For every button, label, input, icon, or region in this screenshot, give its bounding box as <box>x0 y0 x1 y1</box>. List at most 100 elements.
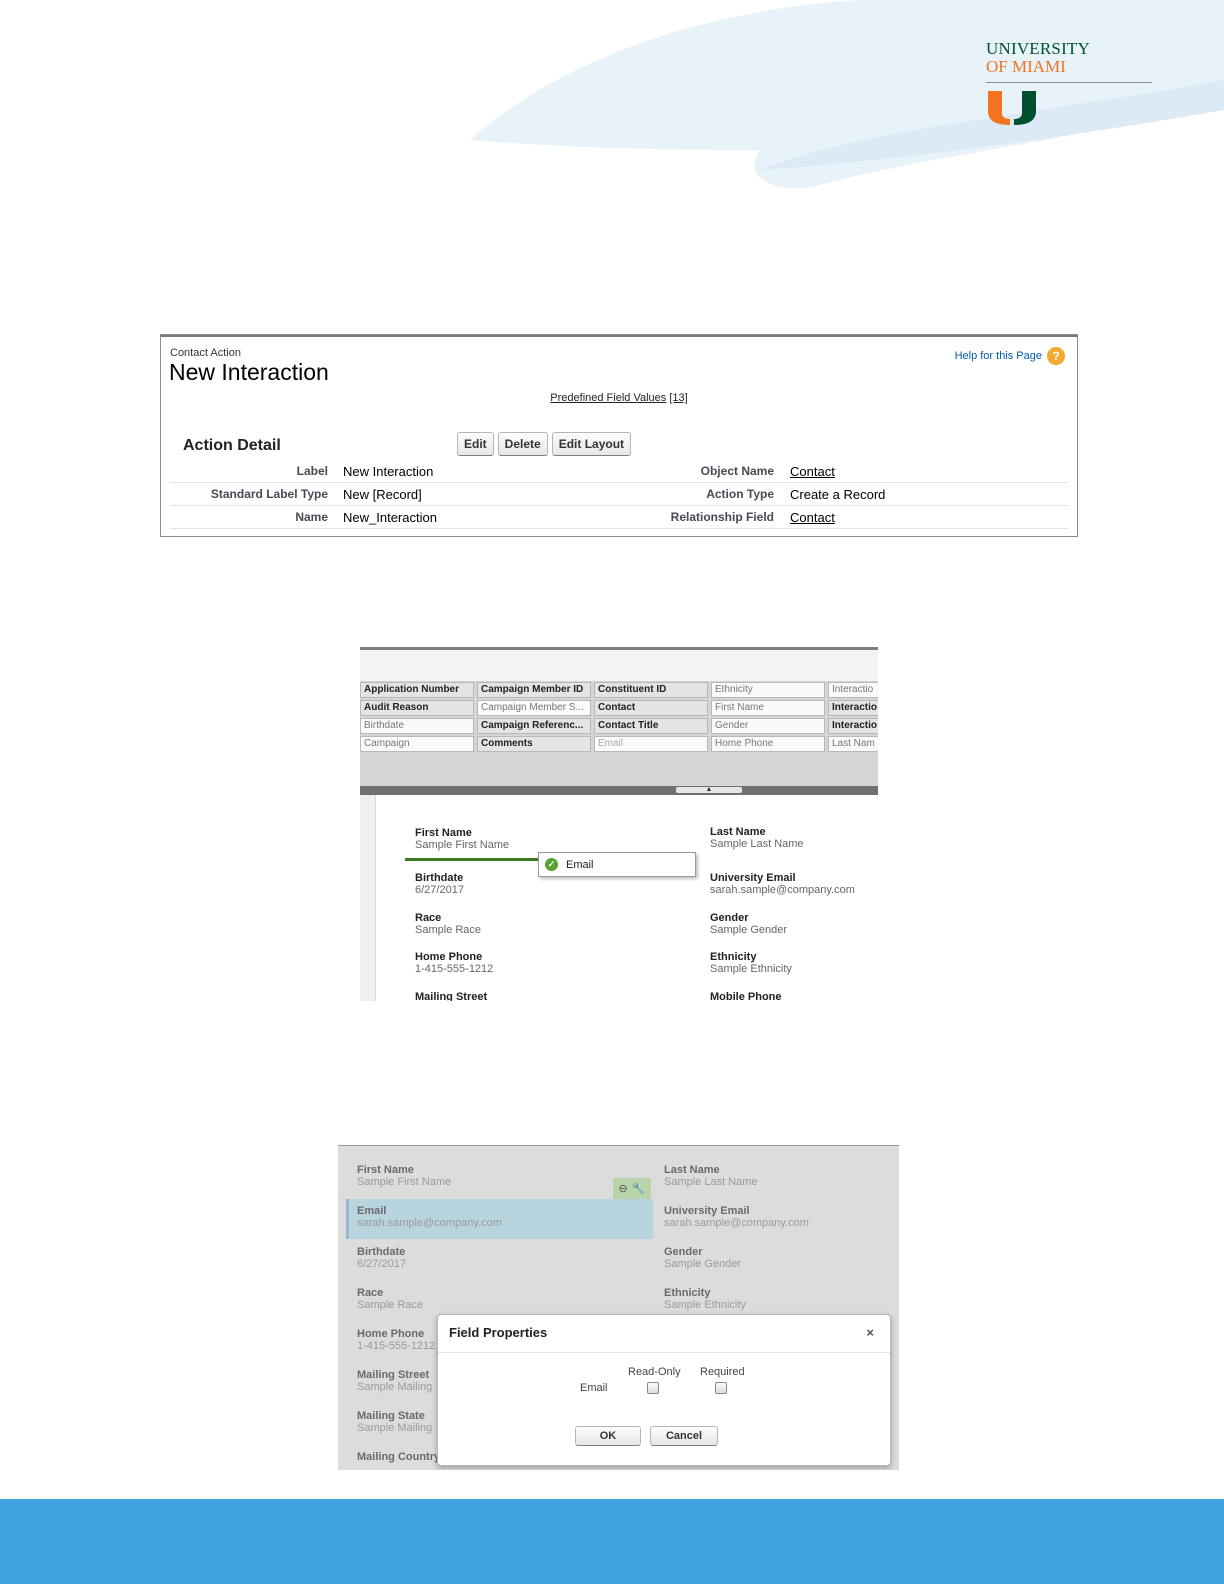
object-name-link[interactable]: Contact <box>790 464 835 479</box>
layout-field-mobile-phone[interactable]: Mobile Phone <box>710 991 782 1001</box>
help-for-this-page-link[interactable]: Help for this Page ? <box>955 347 1065 365</box>
field-sample-value: 1-415-555-1212 <box>357 1340 436 1352</box>
layout-field-mailing-state[interactable]: Mailing State Sample Mailing <box>357 1410 432 1434</box>
predefined-link-label: Predefined Field Values <box>550 392 667 404</box>
detail-label: Object Name <box>700 464 774 478</box>
palette-field[interactable]: Campaign Referenc... <box>477 718 591 734</box>
field-label: Mailing State <box>357 1410 425 1422</box>
field-sample-value: 6/27/2017 <box>415 884 464 896</box>
edit-layout-button[interactable]: Edit Layout <box>551 432 632 456</box>
layout-field-university-email[interactable]: University Email sarah.sample@company.co… <box>710 872 855 896</box>
field-label: Birthdate <box>415 872 464 884</box>
field-sample-value: Sample Ethnicity <box>664 1299 746 1311</box>
logo-rule <box>986 82 1152 83</box>
close-icon[interactable]: × <box>866 1325 874 1340</box>
wrench-icon[interactable]: 🔧 <box>632 1182 646 1195</box>
detail-row: Standard Label Type New [Record] Action … <box>170 483 1068 506</box>
layout-field-first-name[interactable]: First Name Sample First Name <box>415 827 509 851</box>
layout-field-birthdate[interactable]: Birthdate 6/27/2017 <box>357 1246 406 1270</box>
field-properties-dialog: Field Properties × Read-Only Required Em… <box>437 1314 891 1466</box>
page-top-rule <box>161 335 1077 337</box>
property-field-name: Email <box>580 1382 608 1394</box>
help-icon: ? <box>1047 347 1065 365</box>
ok-button[interactable]: OK <box>575 1426 641 1446</box>
palette-field[interactable]: Last Nam <box>828 736 878 752</box>
edit-button[interactable]: Edit <box>457 432 494 456</box>
field-sample-value: Sample Mailing <box>357 1381 433 1393</box>
layout-field-university-email[interactable]: University Email sarah.sample@company.co… <box>664 1205 809 1229</box>
palette-field[interactable]: Ethnicity <box>711 682 825 698</box>
footer-bar <box>0 1499 1224 1584</box>
palette-field[interactable]: Campaign Member S... <box>477 700 591 716</box>
layout-field-gender[interactable]: Gender Sample Gender <box>664 1246 741 1270</box>
layout-field-home-phone[interactable]: Home Phone 1-415-555-1212 <box>415 951 493 975</box>
detail-value: New_Interaction <box>343 510 437 525</box>
palette-field[interactable]: Contact Title <box>594 718 708 734</box>
field-sample-value: Sample Race <box>415 924 482 936</box>
detail-label: Name <box>295 510 328 524</box>
palette-field[interactable]: Home Phone <box>711 736 825 752</box>
palette-field[interactable]: Constituent ID <box>594 682 708 698</box>
layout-field-gender[interactable]: Gender Sample Gender <box>710 912 787 936</box>
dialog-title: Field Properties <box>449 1325 548 1340</box>
palette-field[interactable]: Comments <box>477 736 591 752</box>
palette-field[interactable]: Birthdate <box>360 718 474 734</box>
palette-field[interactable]: Interactio <box>828 682 878 698</box>
layout-field-race[interactable]: Race Sample Race <box>415 912 481 936</box>
layout-field-first-name[interactable]: First Name Sample First Name <box>357 1164 451 1188</box>
layout-field-home-phone[interactable]: Home Phone 1-415-555-1212 <box>357 1328 435 1352</box>
help-link-label: Help for this Page <box>954 350 1042 362</box>
relationship-field-link[interactable]: Contact <box>790 510 835 525</box>
palette-field[interactable]: Email <box>594 736 708 752</box>
field-sample-value: Sample Race <box>357 1299 424 1311</box>
field-sample-value: Sample Gender <box>710 924 788 936</box>
page-kicker: Contact Action <box>170 347 241 359</box>
palette-field[interactable]: First Name <box>711 700 825 716</box>
layout-field-mailing-country[interactable]: Mailing Country <box>357 1451 440 1463</box>
layout-field-last-name[interactable]: Last Name Sample Last Name <box>664 1164 758 1188</box>
layout-field-email[interactable]: Email sarah.sample@company.com <box>357 1205 502 1229</box>
read-only-checkbox[interactable] <box>647 1382 659 1394</box>
palette-field[interactable]: Contact <box>594 700 708 716</box>
palette-field[interactable]: Interactio <box>828 718 878 734</box>
layout-field-race[interactable]: Race Sample Race <box>357 1287 423 1311</box>
field-sample-value: Sample Gender <box>664 1258 742 1270</box>
field-label: University Email <box>710 872 796 884</box>
layout-field-birthdate[interactable]: Birthdate 6/27/2017 <box>415 872 464 896</box>
palette-field[interactable]: Campaign <box>360 736 474 752</box>
delete-button[interactable]: Delete <box>497 432 548 456</box>
field-label: Mailing Street <box>357 1369 430 1381</box>
field-tools: ⊖ 🔧 <box>613 1178 651 1199</box>
palette-field[interactable]: Interactio <box>828 700 878 716</box>
palette-field[interactable]: Audit Reason <box>360 700 474 716</box>
field-sample-value: Sample Mailing <box>357 1422 433 1434</box>
required-checkbox[interactable] <box>715 1382 727 1394</box>
layout-field-last-name[interactable]: Last Name Sample Last Name <box>710 826 804 850</box>
field-sample-value: sarah.sample@company.com <box>710 884 855 896</box>
field-sample-value: 1-415-555-1212 <box>415 963 494 975</box>
dragged-field-label: Email <box>566 858 594 871</box>
layout-field-ethnicity[interactable]: Ethnicity Sample Ethnicity <box>664 1287 746 1311</box>
cancel-button[interactable]: Cancel <box>650 1426 718 1446</box>
layout-field-ethnicity[interactable]: Ethnicity Sample Ethnicity <box>710 951 792 975</box>
palette-field[interactable]: Campaign Member ID <box>477 682 591 698</box>
detail-label: Relationship Field <box>670 510 774 524</box>
detail-value: New Interaction <box>343 464 434 479</box>
field-label: Race <box>357 1287 384 1299</box>
dragged-field-email[interactable]: ✓ Email <box>538 852 696 877</box>
palette-field[interactable]: Application Number <box>360 682 474 698</box>
predefined-field-values-link[interactable]: Predefined Field Values [13] <box>161 392 1077 404</box>
field-label: Race <box>415 912 442 924</box>
detail-value: Create a Record <box>790 487 886 502</box>
university-logo: UNIVERSITY OF MIAMI <box>986 40 1156 125</box>
palette-field[interactable]: Gender <box>711 718 825 734</box>
layout-field-mailing-street[interactable]: Mailing Street <box>415 991 487 1001</box>
remove-icon[interactable]: ⊖ <box>619 1182 628 1195</box>
field-label: Mobile Phone <box>710 991 782 1001</box>
detail-button-bar: Edit Delete Edit Layout <box>457 432 632 456</box>
page-title: New Interaction <box>169 359 329 385</box>
collapse-handle[interactable]: ▲ <box>676 786 742 793</box>
palette-splitter[interactable] <box>360 786 878 795</box>
field-label: Gender <box>710 912 749 924</box>
layout-field-mailing-street[interactable]: Mailing Street Sample Mailing <box>357 1369 432 1393</box>
